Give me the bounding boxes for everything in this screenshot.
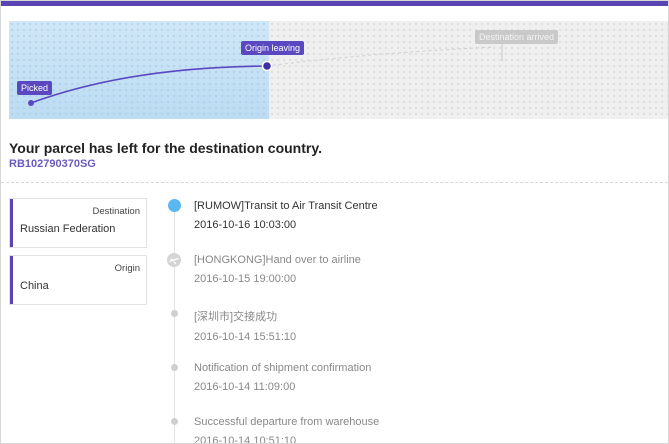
timeline-event: [深圳市]交接成功 2016-10-14 15:51:10 xyxy=(194,308,296,343)
route-path-traveled xyxy=(30,65,268,104)
event-time: 2016-10-15 19:00:00 xyxy=(194,273,297,285)
origin-value: China xyxy=(20,280,49,292)
section-divider xyxy=(1,182,668,183)
event-time: 2016-10-14 10:51:10 xyxy=(194,435,297,444)
event-time: 2016-10-14 15:51:10 xyxy=(194,331,297,343)
event-title: [深圳市]交接成功 xyxy=(194,311,278,323)
status-headline: Your parcel has left for the destination… xyxy=(9,140,322,156)
timeline-event: Successful departure from warehouse 2016… xyxy=(194,416,380,444)
origin-leaving-point xyxy=(261,60,273,72)
route-svg xyxy=(28,43,503,106)
timeline-event: [RUMOW]Transit to Air Transit Centre 201… xyxy=(194,200,378,231)
route-map: Picked Origin leaving Destination arrive… xyxy=(9,21,668,119)
timeline-dot-icon xyxy=(171,310,178,317)
top-accent-bar xyxy=(1,1,668,6)
event-title: [HONGKONG]Hand over to airline xyxy=(194,254,361,266)
plane-icon xyxy=(167,253,181,267)
timeline-event: Notification of shipment confirmation 20… xyxy=(194,362,371,393)
picked-tag: Picked xyxy=(17,81,53,95)
timeline-line xyxy=(174,206,175,443)
destination-card-accent xyxy=(10,199,13,247)
origin-leaving-tag: Origin leaving xyxy=(241,41,305,55)
timeline-event: [HONGKONG]Hand over to airline 2016-10-1… xyxy=(194,254,361,285)
tracking-number[interactable]: RB102790370SG xyxy=(9,158,96,170)
destination-card: Destination Russian Federation xyxy=(9,198,147,248)
origin-card: Origin China xyxy=(9,255,147,305)
event-title: [RUMOW]Transit to Air Transit Centre xyxy=(194,200,378,212)
event-title: Successful departure from warehouse xyxy=(194,416,380,428)
timeline-dot-icon xyxy=(171,364,178,371)
destination-label: Destination xyxy=(92,206,140,217)
tracking-panel: Picked Origin leaving Destination arrive… xyxy=(0,0,669,444)
event-title: Notification of shipment confirmation xyxy=(194,362,372,374)
destination-arrived-tag: Destination arrived xyxy=(475,30,559,44)
origin-label: Origin xyxy=(114,263,140,274)
destination-value: Russian Federation xyxy=(20,223,116,235)
event-time: 2016-10-14 11:09:00 xyxy=(194,381,296,393)
origin-card-accent xyxy=(10,256,13,304)
current-status-dot-icon xyxy=(168,199,181,212)
event-time: 2016-10-16 10:03:00 xyxy=(194,219,297,231)
picked-point xyxy=(28,100,34,106)
timeline-dot-icon xyxy=(171,418,178,425)
